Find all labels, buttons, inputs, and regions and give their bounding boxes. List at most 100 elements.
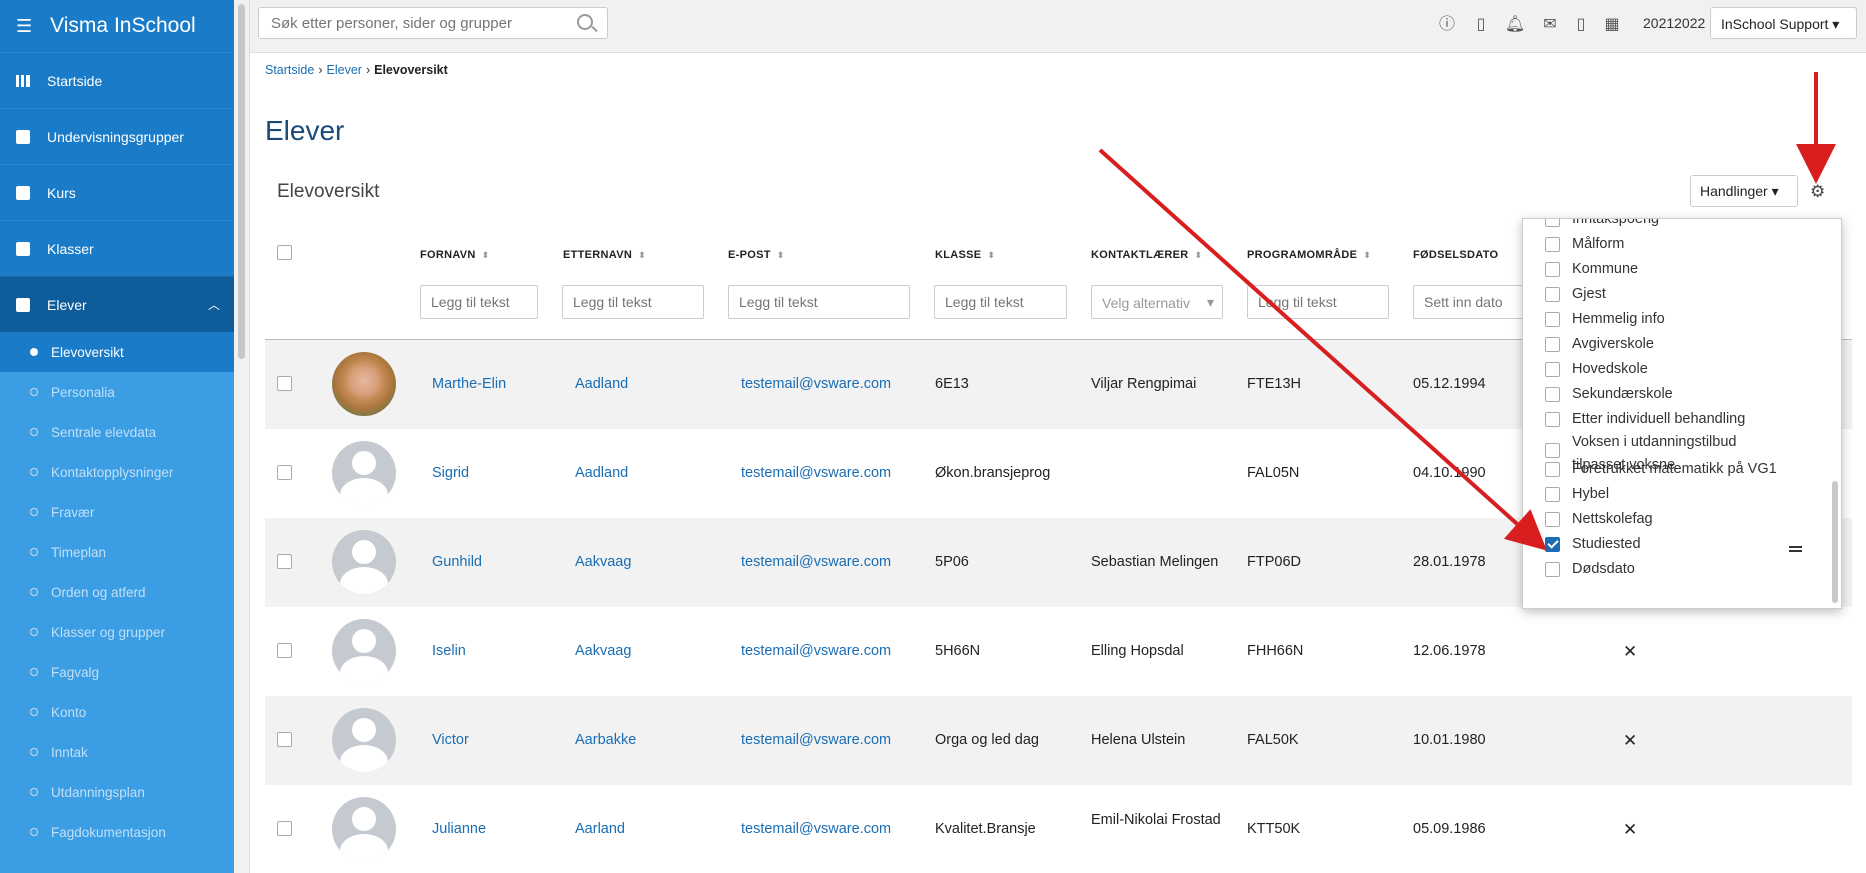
cell-epost[interactable]: testemail@vsware.com (741, 554, 891, 570)
help-icon[interactable]: ⓘ (1436, 14, 1458, 36)
phone-icon[interactable]: ▯ (1570, 14, 1592, 36)
option-checkbox[interactable] (1545, 536, 1560, 552)
cell-epost[interactable]: testemail@vsware.com (741, 376, 891, 392)
sidebar-subitem-fagvalg[interactable]: Fagvalg (0, 652, 234, 692)
sidebar-subitem-sentrale-elevdata[interactable]: Sentrale elevdata (0, 412, 234, 452)
actions-dropdown-button[interactable]: Handlinger ▾ (1690, 175, 1798, 207)
column-option[interactable]: Inntakspoeng (1545, 219, 1659, 227)
gear-icon[interactable]: ⚙ (1810, 182, 1825, 202)
option-checkbox[interactable] (1545, 336, 1560, 352)
table-row[interactable]: Victor Aarbakke testemail@vsware.com Org… (265, 696, 1852, 785)
select-all-checkbox[interactable] (277, 245, 292, 260)
option-checkbox[interactable] (1545, 261, 1560, 277)
sidebar-subitem-fagdokumentasjon[interactable]: Fagdokumentasjon (0, 812, 234, 852)
table-row[interactable]: Julianne Aarland testemail@vsware.com Kv… (265, 785, 1852, 873)
filter-fornavn-input[interactable] (420, 285, 538, 319)
option-checkbox[interactable] (1545, 561, 1560, 577)
cell-fornavn[interactable]: Julianne (432, 821, 486, 837)
column-option[interactable]: Målform (1545, 236, 1624, 252)
sort-icon[interactable]: ⬍ (987, 250, 995, 260)
sidebar-subitem-inntak[interactable]: Inntak (0, 732, 234, 772)
popup-scrollbar-thumb[interactable] (1832, 481, 1838, 603)
contact-card-icon[interactable]: ▯ (1470, 14, 1492, 36)
option-checkbox[interactable] (1545, 311, 1560, 327)
hamburger-icon[interactable]: ☰ (16, 16, 32, 37)
cell-etternavn[interactable]: Aakvaag (575, 643, 631, 659)
option-checkbox[interactable] (1545, 236, 1560, 252)
cell-epost[interactable]: testemail@vsware.com (741, 821, 891, 837)
column-option[interactable]: Hybel (1545, 486, 1609, 502)
column-option[interactable]: Avgiverskole (1545, 336, 1654, 352)
sidebar-item-undervisningsgrupper[interactable]: Undervisningsgrupper (0, 108, 234, 164)
column-option[interactable]: Hovedskole (1545, 361, 1648, 377)
column-option[interactable]: Kommune (1545, 261, 1638, 277)
calendar-icon[interactable]: ▦ (1601, 14, 1623, 36)
cell-etternavn[interactable]: Aakvaag (575, 554, 631, 570)
cell-epost[interactable]: testemail@vsware.com (741, 465, 891, 481)
column-header-epost[interactable]: E-POST ⬍ (728, 249, 785, 261)
column-option[interactable]: Gjest (1545, 286, 1606, 302)
cell-etternavn[interactable]: Aarbakke (575, 732, 636, 748)
cell-etternavn[interactable]: Aadland (575, 465, 628, 481)
filter-etternavn-input[interactable] (562, 285, 704, 319)
sidebar-item-elever[interactable]: Elever ︿ (0, 276, 234, 332)
option-checkbox[interactable] (1545, 486, 1560, 502)
column-header-programomrade[interactable]: PROGRAMOMRÅDE ⬍ (1247, 249, 1371, 261)
row-checkbox[interactable] (277, 376, 292, 391)
mail-icon[interactable]: ✉ (1539, 14, 1561, 36)
column-option[interactable]: Etter individuell behandling (1545, 411, 1745, 427)
cell-etternavn[interactable]: Aadland (575, 376, 628, 392)
column-chooser-popup[interactable]: Inntakspoeng Målform Kommune Gjest Hemme… (1522, 218, 1842, 609)
column-header-etternavn[interactable]: ETTERNAVN ⬍ (563, 249, 646, 261)
cell-fornavn[interactable]: Sigrid (432, 465, 469, 481)
drag-handle-icon[interactable] (1789, 546, 1802, 552)
filter-klasse-input[interactable] (934, 285, 1067, 319)
filter-epost-input[interactable] (728, 285, 910, 319)
search-icon[interactable] (577, 14, 593, 30)
sidebar-subitem-kontaktopplysninger[interactable]: Kontaktopplysninger (0, 452, 234, 492)
sidebar-scrollbar-thumb[interactable] (238, 4, 245, 359)
sort-icon[interactable]: ⬍ (482, 250, 490, 260)
option-checkbox[interactable] (1545, 386, 1560, 402)
sort-icon[interactable]: ⬍ (1195, 250, 1203, 260)
option-checkbox[interactable] (1545, 511, 1560, 527)
sidebar-subitem-fravaer[interactable]: Fravær (0, 492, 234, 532)
sort-icon[interactable]: ⬍ (1363, 250, 1371, 260)
sidebar-item-startside[interactable]: Startside (0, 52, 234, 108)
sort-icon[interactable]: ⬍ (638, 250, 646, 260)
cell-epost[interactable]: testemail@vsware.com (741, 643, 891, 659)
table-row[interactable]: Iselin Aakvaag testemail@vsware.com 5H66… (265, 607, 1852, 696)
column-option[interactable]: Studiested (1545, 536, 1641, 552)
option-checkbox[interactable] (1545, 219, 1560, 227)
column-option[interactable]: Nettskolefag (1545, 511, 1653, 527)
bell-icon[interactable]: 🔔︎ (1504, 14, 1526, 36)
column-header-klasse[interactable]: KLASSE ⬍ (935, 249, 995, 261)
cell-fornavn[interactable]: Marthe-Elin (432, 376, 506, 392)
cell-etternavn[interactable]: Aarland (575, 821, 625, 837)
option-checkbox[interactable] (1545, 443, 1560, 458)
user-menu-button[interactable]: InSchool Support ▾ (1710, 7, 1857, 39)
filter-programomrade-input[interactable] (1247, 285, 1389, 319)
row-checkbox[interactable] (277, 554, 292, 569)
column-header-kontaktlaerer[interactable]: KONTAKTLÆRER ⬍ (1091, 249, 1202, 261)
row-checkbox[interactable] (277, 465, 292, 480)
sidebar-subitem-elevoversikt[interactable]: Elevoversikt (0, 332, 234, 372)
sidebar-subitem-timeplan[interactable]: Timeplan (0, 532, 234, 572)
row-checkbox[interactable] (277, 732, 292, 747)
option-checkbox[interactable] (1545, 461, 1560, 477)
school-year[interactable]: 20212022 (1643, 15, 1705, 31)
column-option[interactable]: Dødsdato (1545, 561, 1635, 577)
row-checkbox[interactable] (277, 821, 292, 836)
breadcrumb-link-elever[interactable]: Elever (327, 63, 362, 77)
cell-fornavn[interactable]: Gunhild (432, 554, 482, 570)
cell-fornavn[interactable]: Victor (432, 732, 469, 748)
sidebar-subitem-konto[interactable]: Konto (0, 692, 234, 732)
column-header-fornavn[interactable]: FORNAVN ⬍ (420, 249, 490, 261)
chevron-up-icon[interactable]: ︿ (208, 296, 220, 313)
column-header-fodselsdato[interactable]: FØDSELSDATO (1413, 249, 1498, 261)
cell-epost[interactable]: testemail@vsware.com (741, 732, 891, 748)
option-checkbox[interactable] (1545, 361, 1560, 377)
row-checkbox[interactable] (277, 643, 292, 658)
option-checkbox[interactable] (1545, 286, 1560, 302)
sidebar-subitem-personalia[interactable]: Personalia (0, 372, 234, 412)
